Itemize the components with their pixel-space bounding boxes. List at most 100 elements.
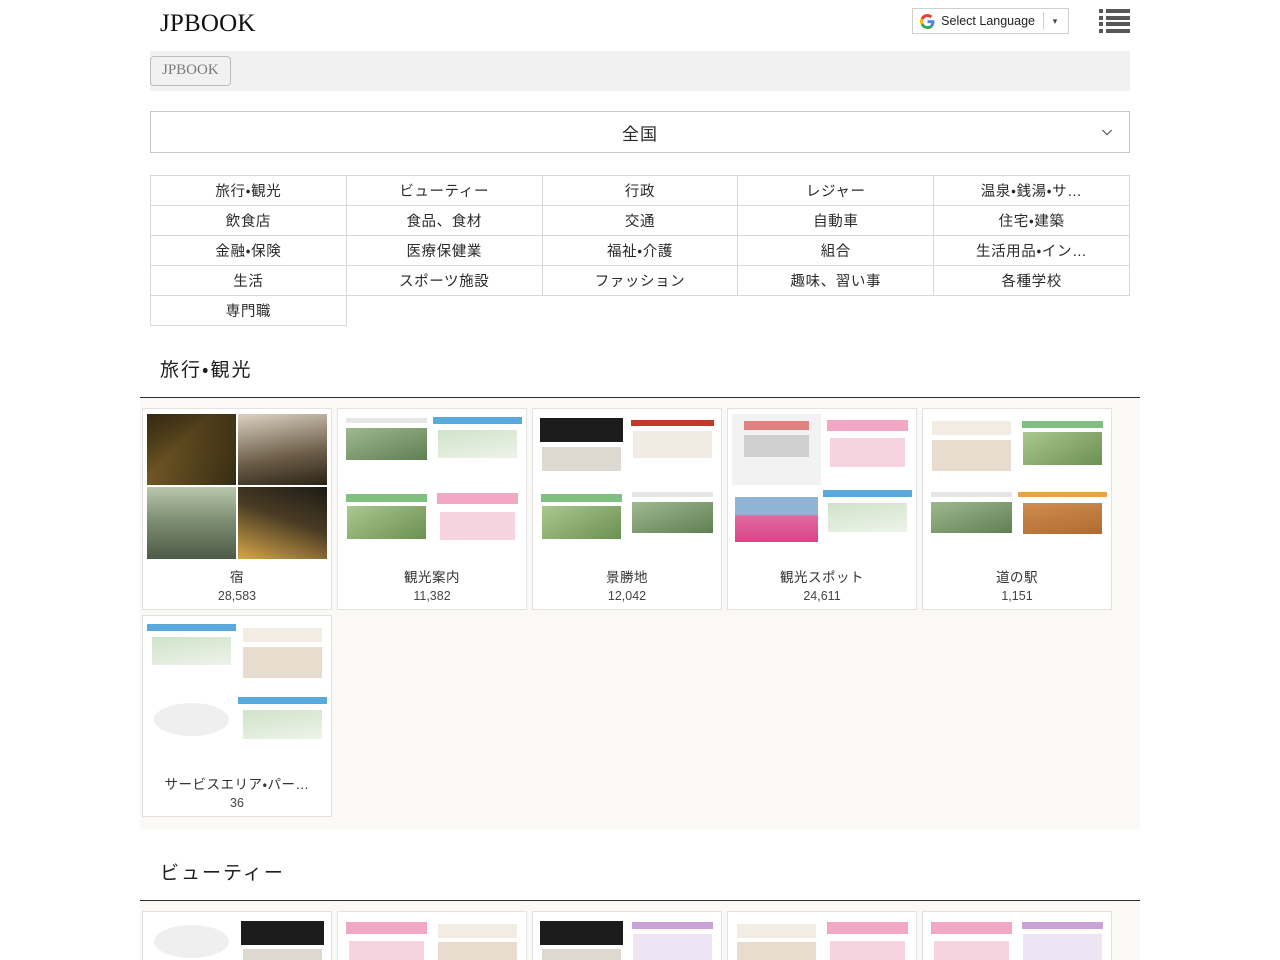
category-cell[interactable]: 食品、食材 <box>346 206 542 236</box>
category-cell[interactable]: スポーツ施設 <box>346 266 542 296</box>
thumbnail-tile <box>147 414 236 486</box>
thumbnail-tile <box>732 487 821 559</box>
thumbnail-tile <box>147 487 236 559</box>
card-count: 28,583 <box>218 589 256 603</box>
translate-caret-icon[interactable]: ▾ <box>1044 17 1066 26</box>
thumbnail-tile <box>927 487 1016 559</box>
breadcrumb-item-home[interactable]: JPBOOK <box>150 56 231 86</box>
thumbnail-tile <box>342 487 431 559</box>
category-cell[interactable]: 金融・保険 <box>151 236 347 266</box>
category-cell[interactable]: 生活用品・イン… <box>934 236 1130 266</box>
category-cell[interactable]: 交通 <box>542 206 738 236</box>
category-cell[interactable]: 専門職 <box>151 296 347 326</box>
list-bullet <box>1099 16 1103 20</box>
category-row: 専門職 <box>151 296 1130 326</box>
list-menu-row <box>1099 22 1130 26</box>
category-card[interactable] <box>532 911 722 960</box>
category-cell[interactable]: ファッション <box>542 266 738 296</box>
site-header: JPBOOK Select Language ▾ <box>0 0 1280 42</box>
category-card[interactable]: 観光スポット24,611 <box>727 408 917 610</box>
category-cell[interactable]: 飲食店 <box>151 206 347 236</box>
thumbnail-tile <box>342 917 431 960</box>
category-card[interactable]: サービスエリア・パー…36 <box>142 615 332 817</box>
category-cell[interactable]: 温泉・銭湯・サ… <box>934 176 1130 206</box>
card-label: 観光スポット <box>780 566 864 586</box>
category-card[interactable]: 観光案内 11,382 <box>337 408 527 610</box>
thumbnail-tile <box>238 694 327 766</box>
card-count: 1,151 <box>1001 589 1032 603</box>
section-title: ビューティー <box>160 863 1120 886</box>
list-bar <box>1106 29 1130 33</box>
thumbnail-tile <box>823 414 912 486</box>
list-bar <box>1106 22 1130 26</box>
card-thumbnail <box>342 917 522 960</box>
category-cell[interactable]: 旅行・観光 <box>151 176 347 206</box>
category-card[interactable]: 宿 28,583 <box>142 408 332 610</box>
category-cell[interactable]: 行政 <box>542 176 738 206</box>
category-table: 旅行・観光ビューティー行政レジャー温泉・銭湯・サ…飲食店食品、食材交通自動車住宅… <box>150 175 1130 326</box>
chevron-down-icon <box>1099 124 1115 140</box>
category-row: 生活スポーツ施設ファッション趣味、習い事各種学校 <box>151 266 1130 296</box>
site-logo[interactable]: JPBOOK <box>160 11 256 36</box>
section-title: 旅行・観光 <box>160 360 1120 383</box>
card-label: 宿 <box>230 566 244 586</box>
category-card[interactable] <box>922 911 1112 960</box>
list-bar <box>1106 16 1130 20</box>
category-cell[interactable]: 組合 <box>738 236 934 266</box>
card-label: 道の駅 <box>996 566 1038 586</box>
category-card[interactable] <box>142 911 332 960</box>
thumbnail-tile <box>628 487 717 559</box>
list-bullet <box>1099 22 1103 26</box>
card-thumbnail <box>342 414 522 559</box>
list-menu-row <box>1099 29 1130 33</box>
card-strip <box>140 901 1140 960</box>
category-cell[interactable]: 医療保健業 <box>346 236 542 266</box>
list-menu-icon[interactable] <box>1099 8 1130 34</box>
thumbnail-tile <box>927 917 1016 960</box>
thumbnail-tile <box>1018 917 1107 960</box>
thumbnail-tile <box>537 414 626 486</box>
category-cell[interactable]: 住宅・建築 <box>934 206 1130 236</box>
card-thumbnail <box>732 414 912 559</box>
translate-label: Select Language <box>941 14 1043 28</box>
thumbnail-tile <box>927 414 1016 486</box>
category-card[interactable] <box>337 911 527 960</box>
thumbnail-tile <box>342 414 431 486</box>
list-bullet <box>1099 9 1103 13</box>
thumbnail-tile <box>1018 487 1107 559</box>
card-count: 11,382 <box>413 589 450 603</box>
card-label: 景勝地 <box>606 566 648 586</box>
thumbnail-tile <box>732 917 821 960</box>
category-cell[interactable]: 各種学校 <box>934 266 1130 296</box>
section-header: ビューティー <box>140 829 1140 901</box>
thumbnail-tile <box>537 917 626 960</box>
card-thumbnail <box>927 917 1107 960</box>
category-card[interactable]: 景勝地12,042 <box>532 408 722 610</box>
category-cell[interactable]: ビューティー <box>346 176 542 206</box>
category-card[interactable] <box>727 911 917 960</box>
category-cell-empty <box>346 296 542 326</box>
category-cell-empty <box>934 296 1130 326</box>
category-row: 旅行・観光ビューティー行政レジャー温泉・銭湯・サ… <box>151 176 1130 206</box>
card-label: 観光案内 <box>404 566 460 586</box>
thumbnail-tile <box>628 917 717 960</box>
google-translate-widget[interactable]: Select Language ▾ <box>912 8 1069 34</box>
category-cell[interactable]: 自動車 <box>738 206 934 236</box>
category-card[interactable]: 道の駅 1,151 <box>922 408 1112 610</box>
category-row: 飲食店食品、食材交通自動車住宅・建築 <box>151 206 1130 236</box>
category-cell[interactable]: 福祉・介護 <box>542 236 738 266</box>
card-strip: 宿28,583観光案内11,382景勝地12,042観光スポット24,611道の… <box>140 398 1140 829</box>
category-cell[interactable]: 生活 <box>151 266 347 296</box>
category-cell[interactable]: 趣味、習い事 <box>738 266 934 296</box>
thumbnail-tile <box>238 414 327 486</box>
thumbnail-tile <box>823 917 912 960</box>
card-thumbnail <box>147 621 327 766</box>
thumbnail-tile <box>537 487 626 559</box>
thumbnail-tile <box>238 487 327 559</box>
google-g-icon <box>920 14 935 29</box>
category-cell[interactable]: レジャー <box>738 176 934 206</box>
card-thumbnail <box>537 414 717 559</box>
region-select[interactable]: 全国 <box>150 111 1130 153</box>
thumbnail-tile <box>147 621 236 693</box>
header-actions: Select Language ▾ <box>912 8 1130 34</box>
